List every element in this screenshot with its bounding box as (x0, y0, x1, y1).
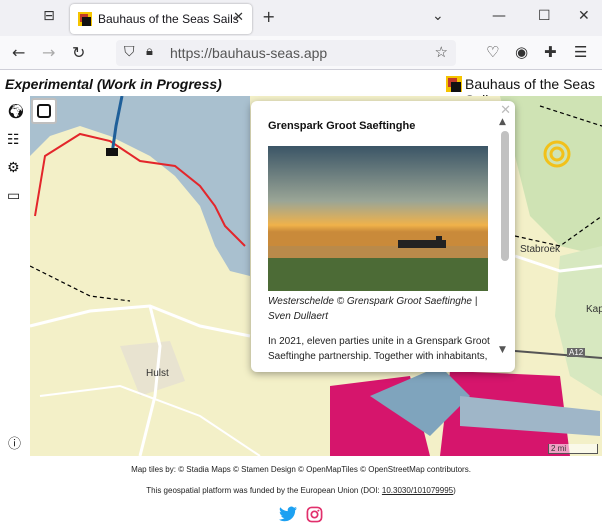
lock-icon[interactable]: 🔒︎ (146, 44, 153, 59)
reload-icon[interactable]: ↻ (72, 43, 85, 62)
app-logo (446, 76, 462, 92)
forest-area (500, 96, 602, 256)
place-label-kapellen: Kap (586, 304, 602, 315)
square-draw-icon[interactable] (31, 98, 57, 124)
url-text[interactable]: https://bauhaus-seas.app (170, 45, 327, 61)
scroll-up-icon[interactable]: ▲ (499, 117, 506, 127)
favicon-icon (78, 12, 92, 26)
funding-note: This geospatial platform was funded by t… (0, 486, 602, 495)
back-icon[interactable]: ← (12, 43, 25, 62)
map-attribution: Map tiles by: © Stadia Maps © Stamen Des… (131, 465, 471, 474)
url-bar[interactable]: ⛉ 🔒︎ https://bauhaus-seas.app ☆ (116, 40, 456, 66)
menu-icon[interactable]: ☰ (574, 43, 587, 61)
instagram-icon[interactable] (306, 506, 323, 528)
nav-bar: ← → ↻ ⛉ 🔒︎ https://bauhaus-seas.app ☆ ♡ … (0, 36, 602, 70)
browser-chrome: ⊟ Bauhaus of the Seas Sails ✕ + ⌄ — ☐ ✕ … (0, 0, 602, 70)
forward-icon[interactable]: → (42, 43, 55, 62)
scale-bar: 2 mi (548, 444, 598, 454)
info-popup: ✕ Grenspark Groot Saeftinghe Westerschel… (251, 101, 515, 372)
map-icon[interactable]: ▭ (7, 188, 20, 204)
funding-prefix: This geospatial platform was funded by t… (146, 486, 382, 495)
popup-title: Grenspark Groot Saeftinghe (268, 120, 416, 132)
popup-photo (268, 146, 488, 291)
doi-link[interactable]: 10.3030/101079995 (382, 486, 453, 495)
shield-icon[interactable]: ⛉ (124, 44, 135, 60)
place-label-hulst: Hulst (146, 368, 169, 379)
road (29, 304, 251, 338)
maximize-icon[interactable]: ☐ (538, 8, 551, 24)
map-sidebar: 🌍︎ ☷ ⚙ ▭ (0, 96, 30, 456)
window-close-icon[interactable]: ✕ (578, 8, 590, 24)
twitter-icon[interactable] (279, 506, 297, 527)
popup-scrollbar[interactable]: ▲ ▼ (499, 115, 511, 365)
globe-icon[interactable]: 🌍︎ (7, 104, 25, 120)
page-footer: Map tiles by: © Stadia Maps © Stamen Des… (0, 456, 602, 528)
pocket-icon[interactable]: ♡ (486, 43, 499, 61)
info-icon[interactable]: ⓘ (8, 433, 21, 452)
funding-suffix: ) (453, 486, 456, 495)
gears-icon[interactable]: ⚙ (7, 160, 20, 176)
new-tab-icon[interactable]: + (262, 7, 275, 26)
admin-boundary (29, 265, 131, 302)
minimize-icon[interactable]: — (492, 8, 506, 24)
popup-body: In 2021, eleven parties unite in a Grens… (268, 336, 490, 362)
scroll-thumb[interactable] (501, 131, 509, 261)
browser-tab[interactable]: Bauhaus of the Seas Sails ✕ (70, 4, 252, 34)
ship-marker (106, 148, 118, 156)
scroll-down-icon[interactable]: ▼ (499, 345, 506, 355)
extensions-icon[interactable]: ✚ (544, 43, 557, 61)
water-area (30, 96, 250, 276)
account-icon[interactable]: ◉ (515, 43, 528, 61)
tab-title: Bauhaus of the Seas Sails (98, 12, 239, 26)
tab-close-icon[interactable]: ✕ (233, 10, 244, 25)
sliders-icon[interactable]: ☷ (7, 132, 20, 148)
tab-list-icon[interactable]: ⊟ (38, 8, 60, 28)
highway-label: A12 (567, 348, 586, 357)
bookmark-star-icon[interactable]: ☆ (435, 43, 448, 61)
tab-overflow-chevron-icon[interactable]: ⌄ (432, 8, 444, 24)
popup-caption: Westerschelde © Grenspark Groot Saefting… (268, 296, 478, 322)
place-label-stabroek: Stabroek (520, 244, 561, 255)
app-mode-label: Experimental (Work in Progress) (5, 76, 222, 92)
app-header: Experimental (Work in Progress) Bauhaus … (0, 72, 602, 108)
tab-bar: ⊟ Bauhaus of the Seas Sails ✕ + ⌄ — ☐ ✕ (0, 0, 602, 36)
